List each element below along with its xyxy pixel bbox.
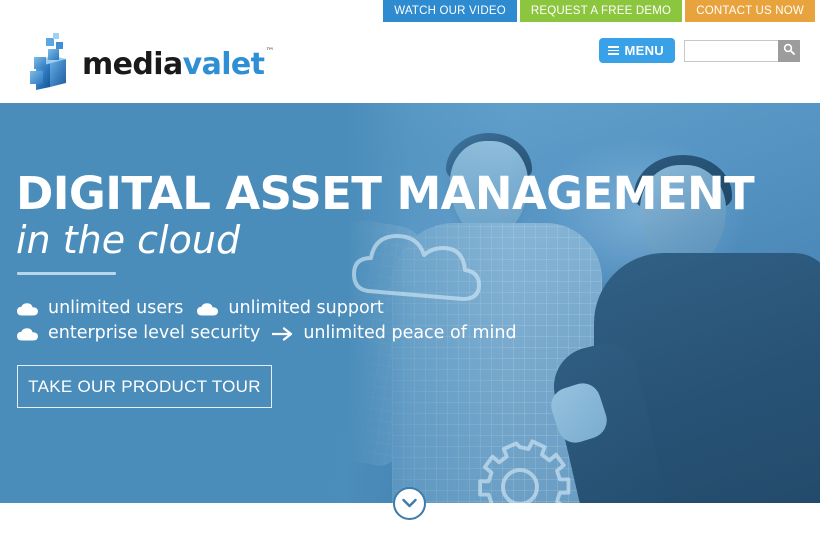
top-cta-bar: WATCH OUR VIDEO REQUEST A FREE DEMO CONT… bbox=[0, 0, 820, 22]
hero-banner: DIGITAL ASSET MANAGEMENT in the cloud un… bbox=[0, 103, 820, 503]
watch-video-button[interactable]: WATCH OUR VIDEO bbox=[383, 0, 517, 22]
cloud-icon bbox=[197, 301, 219, 316]
logo-wordmark: mediavalet™ bbox=[82, 46, 274, 82]
header-actions: MENU bbox=[598, 38, 800, 63]
product-tour-button[interactable]: TAKE OUR PRODUCT TOUR bbox=[17, 365, 272, 408]
feature-label-2: unlimited support bbox=[228, 297, 384, 318]
logo-text-media: media bbox=[82, 46, 183, 82]
search-icon bbox=[783, 43, 795, 58]
feature-label-1: unlimited users bbox=[48, 297, 184, 318]
menu-button-label: MENU bbox=[624, 43, 664, 58]
search-group bbox=[684, 39, 800, 62]
hero-divider bbox=[17, 272, 116, 275]
menu-button[interactable]: MENU bbox=[598, 38, 675, 63]
cube-cascade-icon bbox=[22, 33, 74, 91]
hero-subheadline: in the cloud bbox=[16, 218, 241, 262]
search-input[interactable] bbox=[684, 39, 778, 62]
hamburger-icon bbox=[607, 46, 619, 55]
site-logo[interactable]: mediavalet™ bbox=[22, 32, 274, 92]
search-button[interactable] bbox=[778, 39, 800, 62]
cloud-icon bbox=[17, 301, 39, 316]
arrow-right-icon bbox=[272, 326, 294, 341]
contact-us-button[interactable]: CONTACT US NOW bbox=[685, 0, 815, 22]
request-demo-button[interactable]: REQUEST A FREE DEMO bbox=[519, 0, 683, 22]
scroll-down-button[interactable] bbox=[393, 487, 426, 520]
hero-headline: DIGITAL ASSET MANAGEMENT bbox=[16, 167, 755, 220]
hero-feature-list: unlimited users unlimited support enterp… bbox=[17, 295, 517, 345]
feature-label-3: enterprise level security bbox=[48, 322, 261, 343]
cloud-icon bbox=[17, 326, 39, 341]
feature-row-2: enterprise level security unlimited peac… bbox=[17, 320, 517, 345]
feature-label-4: unlimited peace of mind bbox=[303, 322, 517, 343]
chevron-down-icon bbox=[402, 495, 417, 513]
page-root: WATCH OUR VIDEO REQUEST A FREE DEMO CONT… bbox=[0, 0, 820, 548]
logo-trademark: ™ bbox=[265, 46, 274, 57]
site-header: mediavalet™ MENU bbox=[0, 22, 820, 103]
logo-text-valet: valet bbox=[182, 46, 265, 82]
feature-row-1: unlimited users unlimited support bbox=[17, 295, 517, 320]
